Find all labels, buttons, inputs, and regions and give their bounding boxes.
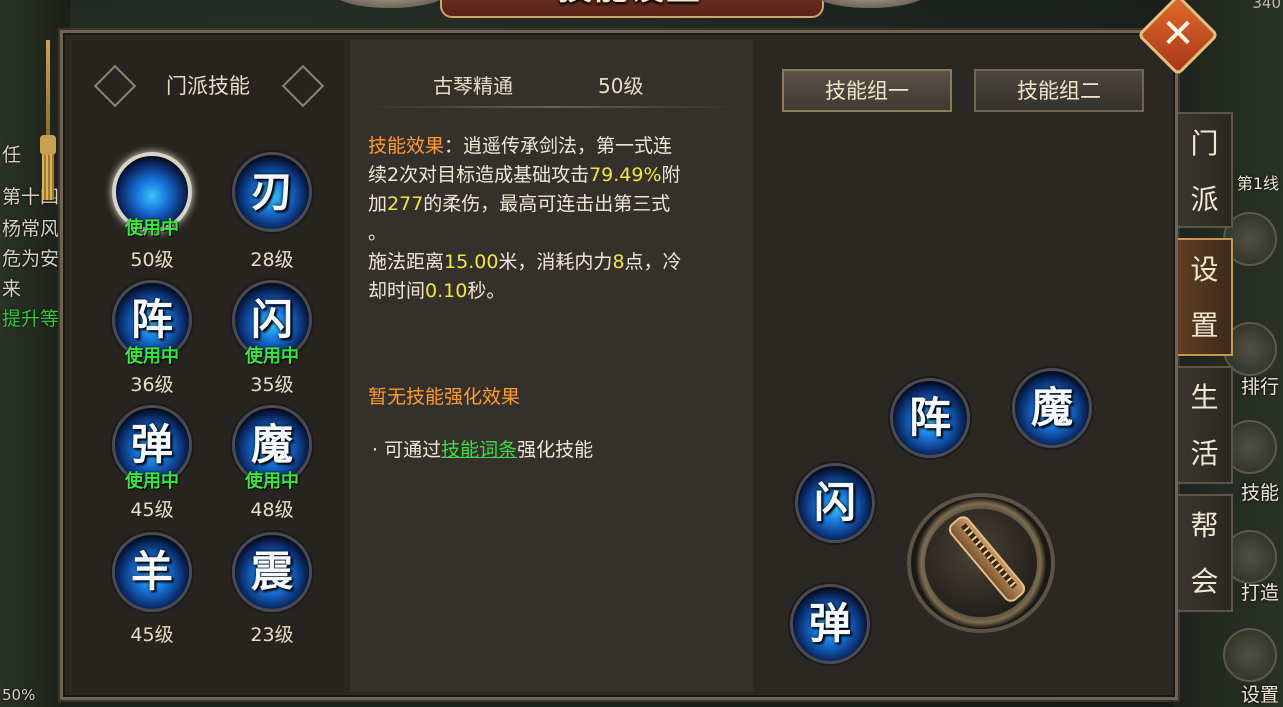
skill-level: 23级	[250, 624, 294, 646]
bg-text: 杨常风	[2, 218, 60, 240]
skill-level: 45级	[130, 499, 174, 521]
skill-flash[interactable]: 闪 使用中	[232, 280, 312, 367]
skill-level: 50级	[130, 249, 174, 271]
skill-demon[interactable]: 魔 使用中	[232, 405, 312, 492]
tab-guild[interactable]: 帮会	[1178, 494, 1233, 612]
close-icon[interactable]: ✕	[1149, 6, 1207, 64]
bg-text: 技能	[1240, 482, 1279, 504]
skill-group-1-button[interactable]: 技能组一	[782, 69, 952, 112]
slot-flash[interactable]: 闪	[795, 463, 875, 543]
tab-settings[interactable]: 设置	[1178, 238, 1233, 356]
bg-text: 排行	[1240, 376, 1279, 398]
main-attack-slot[interactable]	[907, 493, 1057, 633]
tab-life[interactable]: 生活	[1178, 366, 1233, 484]
tassel-ornament	[37, 40, 59, 200]
bg-text: 来	[2, 278, 22, 300]
skill-pluck[interactable]: 弹 使用中	[112, 405, 192, 492]
bg-text: 提升等	[2, 308, 60, 330]
in-use-badge: 使用中	[125, 346, 179, 367]
soft-damage-value: 277	[387, 193, 424, 215]
slot-demon[interactable]: 魔	[1012, 368, 1092, 448]
cast-range: 15.00	[444, 251, 499, 273]
title-bar: 技能设置	[330, 0, 930, 28]
bg-text: 340	[1252, 0, 1281, 12]
skill-description: 技能效果：逍遥传承剑法，第一式连 续2次对目标造成基础攻击79.49%附 加27…	[368, 135, 682, 302]
divider	[370, 106, 733, 108]
bg-text: 任	[2, 144, 22, 166]
skill-goat[interactable]: 羊	[112, 532, 192, 612]
bg-text: 设置	[1240, 684, 1279, 706]
slot-formation[interactable]: 阵	[890, 378, 970, 458]
cooldown: 0.10	[425, 280, 468, 302]
tab-sect[interactable]: 门派	[1178, 112, 1233, 228]
skill-detail-level: 50级	[598, 74, 644, 98]
in-use-badge: 使用中	[125, 218, 179, 239]
mana-cost: 8	[612, 251, 625, 273]
skill-level: 36级	[130, 374, 174, 396]
skill-quake[interactable]: 震	[232, 532, 312, 612]
bg-text: 第1线	[1236, 174, 1279, 193]
attack-percent: 79.49%	[589, 164, 662, 186]
enhance-hint: · 可通过技能词条强化技能	[372, 439, 594, 461]
skill-name: 古琴精通	[433, 74, 513, 98]
skill-formation[interactable]: 阵 使用中	[112, 280, 192, 367]
skill-level: 48级	[250, 499, 294, 521]
effect-label: 技能效果	[368, 135, 445, 157]
skill-level: 45级	[130, 624, 174, 646]
skill-guqin[interactable]: 使用中	[112, 152, 192, 239]
bg-text: 危为安	[2, 248, 60, 270]
bg-text: 50%	[2, 686, 36, 704]
in-use-badge: 使用中	[125, 471, 179, 492]
skill-entry-link[interactable]: 技能词条	[441, 439, 517, 461]
skill-level: 35级	[250, 374, 294, 396]
bg-text: 打造	[1240, 582, 1279, 604]
sect-skills-title: 门派技能	[166, 74, 250, 98]
slot-pluck[interactable]: 弹	[790, 584, 870, 664]
in-use-badge: 使用中	[245, 346, 299, 367]
skill-group-2-button[interactable]: 技能组二	[974, 69, 1144, 112]
window-title: 技能设置	[330, 0, 930, 9]
skill-level: 28级	[250, 249, 294, 271]
no-enhance-label: 暂无技能强化效果	[368, 386, 521, 408]
in-use-badge: 使用中	[245, 471, 299, 492]
skill-blade[interactable]: 刃	[232, 152, 312, 232]
bg-settings-icon[interactable]	[1223, 628, 1277, 682]
